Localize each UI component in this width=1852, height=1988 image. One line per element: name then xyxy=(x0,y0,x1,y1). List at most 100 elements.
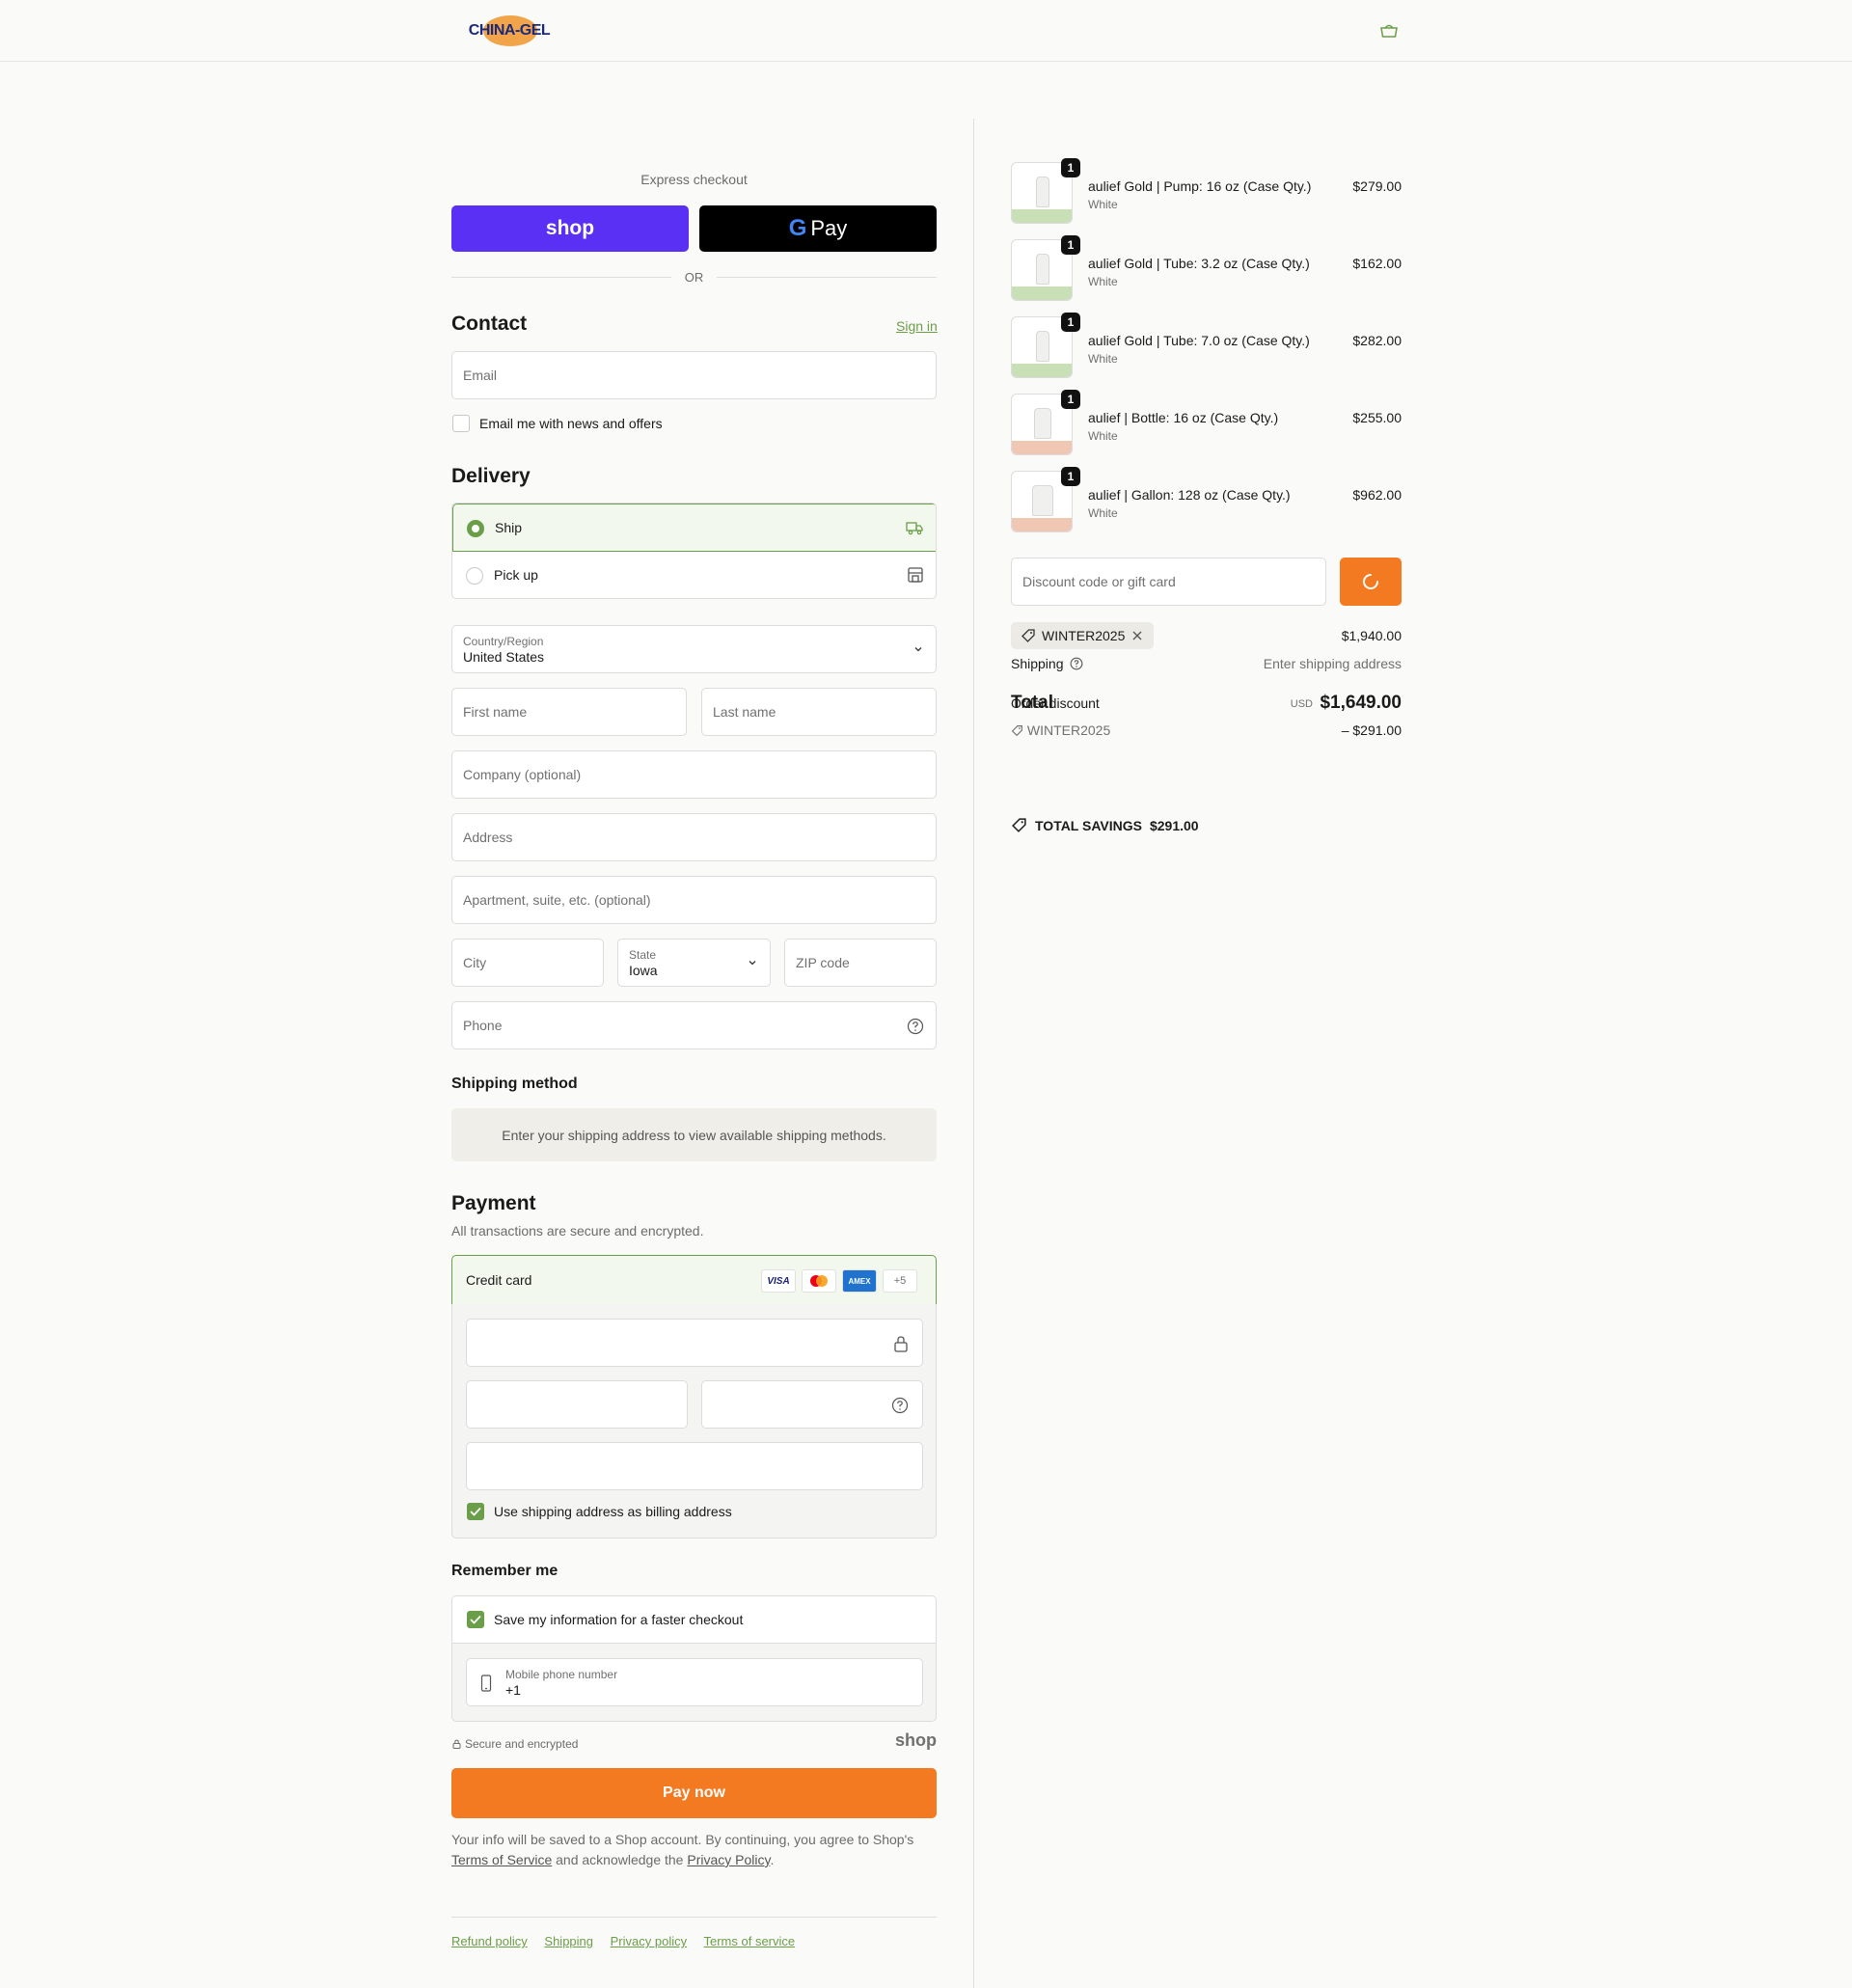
chevron-down-icon xyxy=(749,961,756,966)
shopping-bag-icon[interactable] xyxy=(1379,23,1399,39)
country-label: Country/Region xyxy=(463,634,544,648)
product-name: aulief Gold | Tube: 7.0 oz (Case Qty.) xyxy=(1088,333,1310,348)
tag-icon xyxy=(1021,629,1035,642)
security-code-field[interactable] xyxy=(701,1380,923,1429)
store-logo[interactable]: CHINA-GEL xyxy=(462,14,557,48)
total-label: Total xyxy=(1011,693,1053,713)
product-name: aulief Gold | Pump: 16 oz (Case Qty.) xyxy=(1088,178,1312,194)
delivery-title: Delivery xyxy=(451,465,531,487)
mobile-phone-field[interactable]: Mobile phone number +1 xyxy=(466,1658,923,1706)
card-number-field[interactable] xyxy=(466,1319,923,1367)
news-checkbox-label: Email me with news and offers xyxy=(479,416,663,431)
refund-policy-link[interactable]: Refund policy xyxy=(451,1934,528,1948)
delivery-option-ship[interactable]: Ship xyxy=(452,504,936,552)
discount-row: WINTER2025 – $291.00 xyxy=(1011,722,1402,738)
privacy-policy-link[interactable]: Privacy Policy xyxy=(687,1852,770,1867)
remove-discount-icon[interactable] xyxy=(1130,629,1144,642)
shipping-value: Enter shipping address xyxy=(1263,656,1402,671)
save-info-label: Save my information for a faster checkou… xyxy=(494,1612,744,1627)
lock-icon xyxy=(452,1739,461,1749)
express-checkout-label: Express checkout xyxy=(640,172,748,187)
legal-end: . xyxy=(770,1852,775,1867)
applied-discount-chip: WINTER2025 xyxy=(1011,622,1155,649)
first-name-field[interactable]: First name xyxy=(451,688,687,736)
apply-discount-button[interactable] xyxy=(1340,558,1402,606)
shipping-label: Shipping xyxy=(1011,656,1064,671)
payment-subtitle: All transactions are secure and encrypte… xyxy=(451,1223,704,1239)
zip-field[interactable]: ZIP code xyxy=(784,939,937,987)
delivery-option-pickup[interactable]: Pick up xyxy=(452,552,936,598)
footer-links: Refund policy Shipping Privacy policy Te… xyxy=(451,1934,808,1948)
total-savings: TOTAL SAVINGS $291.00 xyxy=(1011,817,1199,833)
billing-label: Use shipping address as billing address xyxy=(494,1504,732,1519)
product-name: aulief Gold | Tube: 3.2 oz (Case Qty.) xyxy=(1088,256,1310,271)
legal-part2: and acknowledge the xyxy=(556,1852,684,1867)
product-name: aulief | Bottle: 16 oz (Case Qty.) xyxy=(1088,410,1279,425)
news-checkbox[interactable] xyxy=(452,415,470,432)
help-circle-icon[interactable] xyxy=(891,1397,909,1414)
google-pay-button[interactable]: G Pay xyxy=(699,205,937,252)
product-price: $962.00 xyxy=(1352,487,1402,503)
or-label: OR xyxy=(684,270,704,285)
shop-logo-small: shop xyxy=(895,1730,937,1750)
ship-label: Ship xyxy=(495,520,523,535)
billing-checkbox[interactable] xyxy=(467,1503,484,1520)
country-value: United States xyxy=(463,648,545,665)
or-divider: OR xyxy=(451,268,937,287)
help-circle-icon[interactable] xyxy=(1070,657,1083,670)
mobile-phone-icon xyxy=(480,1675,492,1692)
last-name-field[interactable]: Last name xyxy=(701,688,937,736)
tag-icon xyxy=(1012,818,1026,832)
email-field[interactable]: Email xyxy=(451,351,937,399)
quantity-badge: 1 xyxy=(1061,313,1080,332)
secure-note: Secure and encrypted xyxy=(452,1737,578,1751)
address-field[interactable]: Address xyxy=(451,813,937,861)
shop-pay-label: shop xyxy=(545,217,595,239)
name-on-card-field[interactable] xyxy=(466,1442,923,1490)
discount-code-field[interactable]: Discount code or gift card xyxy=(1011,558,1326,606)
terms-of-service-footer-link[interactable]: Terms of service xyxy=(704,1934,796,1948)
contact-title: Contact xyxy=(451,313,528,335)
product-price: $279.00 xyxy=(1352,178,1402,194)
remember-me-box: Save my information for a faster checkou… xyxy=(451,1595,937,1722)
phone-placeholder: Phone xyxy=(463,1018,503,1033)
city-field[interactable]: City xyxy=(451,939,604,987)
state-value: Iowa xyxy=(629,962,658,978)
shipping-method-info: Enter your shipping address to view avai… xyxy=(451,1108,937,1161)
store-icon xyxy=(908,567,923,583)
apartment-field[interactable]: Apartment, suite, etc. (optional) xyxy=(451,876,937,924)
quantity-badge: 1 xyxy=(1061,390,1080,409)
product-price: $162.00 xyxy=(1352,256,1402,271)
pickup-radio[interactable] xyxy=(466,567,483,585)
credit-card-option[interactable]: Credit card VISA AMEX +5 xyxy=(451,1255,937,1305)
state-label: State xyxy=(629,947,657,962)
shipping-row: Shipping Enter shipping address xyxy=(1011,656,1402,671)
logo-text: CHINA-GEL xyxy=(468,22,551,39)
ship-radio[interactable] xyxy=(467,520,484,537)
product-price: $255.00 xyxy=(1352,410,1402,425)
save-info-checkbox[interactable] xyxy=(467,1611,484,1628)
state-select[interactable]: State Iowa xyxy=(617,939,771,987)
total-value: $1,649.00 xyxy=(1320,693,1402,713)
pay-now-button[interactable]: Pay now xyxy=(451,1768,937,1818)
terms-of-service-link[interactable]: Terms of Service xyxy=(451,1852,552,1867)
quantity-badge: 1 xyxy=(1061,467,1080,486)
expiry-field[interactable] xyxy=(466,1380,688,1429)
product-variant: White xyxy=(1088,198,1118,211)
product-price: $282.00 xyxy=(1352,333,1402,348)
cart-item: 1 aulief Gold | Pump: 16 oz (Case Qty.) … xyxy=(1011,158,1402,226)
shipping-policy-link[interactable]: Shipping xyxy=(544,1934,593,1948)
sign-in-link[interactable]: Sign in xyxy=(896,318,938,334)
phone-field[interactable]: Phone xyxy=(451,1001,937,1049)
applied-code: WINTER2025 xyxy=(1042,628,1126,643)
amex-icon: AMEX xyxy=(842,1269,877,1293)
footer-divider xyxy=(451,1917,937,1918)
header: CHINA-GEL xyxy=(0,0,1852,62)
help-circle-icon[interactable] xyxy=(907,1018,924,1035)
total-savings-value: $291.00 xyxy=(1149,817,1199,833)
shop-pay-button[interactable]: shop xyxy=(451,205,689,252)
country-select[interactable]: Country/Region United States xyxy=(451,625,937,673)
privacy-policy-footer-link[interactable]: Privacy policy xyxy=(611,1934,687,1948)
quantity-badge: 1 xyxy=(1061,235,1080,255)
company-field[interactable]: Company (optional) xyxy=(451,750,937,799)
